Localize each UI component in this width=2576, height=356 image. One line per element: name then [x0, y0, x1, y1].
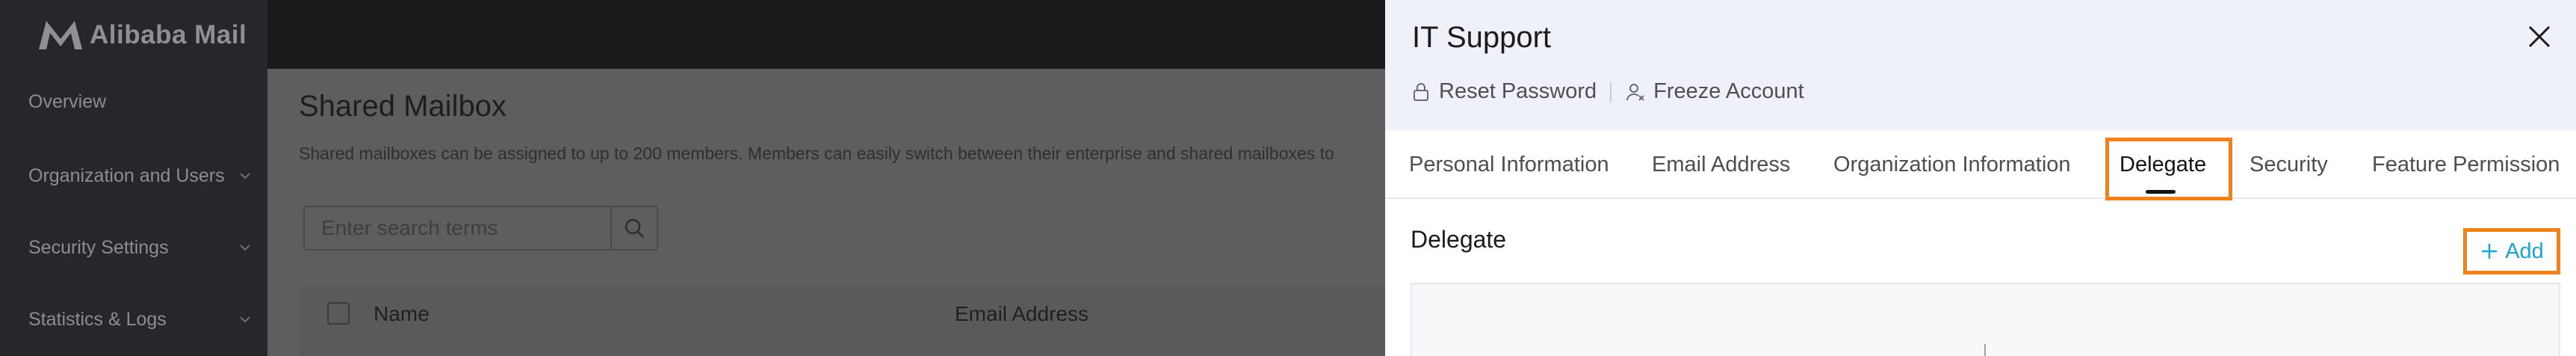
section-title: Delegate [1411, 226, 1507, 253]
user-freeze-icon [1626, 83, 1644, 101]
close-icon [2528, 25, 2551, 48]
main-content: Shared Mailbox Shared mailboxes can be a… [267, 69, 1385, 356]
lock-icon [1414, 82, 1428, 101]
reset-password-label: Reset Password [1439, 79, 1597, 103]
app-name: Alibaba Mail [90, 20, 247, 49]
table-header: Name Email Address [299, 286, 1385, 356]
reset-password-button[interactable]: Reset Password [1411, 79, 1597, 104]
tab-organization-information[interactable]: Organization Information [1833, 130, 2071, 199]
search-box [303, 206, 658, 251]
column-header-name[interactable]: Name [374, 302, 430, 326]
delegate-list-area [1411, 283, 2560, 356]
divider [1984, 344, 1986, 356]
drawer-actions: Reset Password Freeze Account [1411, 79, 1804, 104]
chevron-down-icon [240, 173, 250, 179]
sidebar-item-label: Overview [28, 90, 107, 112]
sidebar-item-organization-and-users[interactable]: Organization and Users [0, 153, 267, 198]
freeze-account-label: Freeze Account [1653, 79, 1804, 103]
active-tab-indicator [2146, 190, 2176, 194]
drawer-header: IT Support Reset Password Freeze Account [1385, 0, 2576, 130]
app-logo[interactable]: Alibaba Mail [36, 16, 247, 54]
drawer-tabs: Personal Information Email Address Organ… [1385, 130, 2576, 200]
page-description: Shared mailboxes can be assigned to up t… [299, 144, 1334, 163]
chevron-down-icon [240, 316, 250, 323]
sidebar-item-overview[interactable]: Overview [0, 79, 267, 124]
chevron-down-icon [240, 245, 250, 251]
search-input[interactable] [305, 207, 611, 249]
drawer-title: IT Support [1412, 21, 1552, 54]
page-title: Shared Mailbox [299, 90, 507, 123]
alibaba-mail-logo-icon [39, 21, 82, 49]
tab-feature-permission[interactable]: Feature Permission [2372, 130, 2560, 199]
tab-security[interactable]: Security [2250, 130, 2328, 199]
sidebar-item-label: Statistics & Logs [28, 308, 167, 330]
column-header-email[interactable]: Email Address [955, 302, 1089, 326]
close-button[interactable] [2524, 21, 2555, 52]
action-divider [1610, 81, 1612, 102]
tab-email-address[interactable]: Email Address [1652, 130, 1790, 199]
sidebar-item-label: Organization and Users [28, 165, 225, 186]
sidebar-item-statistics-logs[interactable]: Statistics & Logs [0, 297, 267, 342]
sidebar-item-security-settings[interactable]: Security Settings [0, 225, 267, 270]
select-all-checkbox[interactable] [327, 302, 350, 325]
plus-icon [2482, 244, 2498, 259]
add-label: Add [2505, 239, 2544, 263]
sidebar-item-label: Security Settings [28, 236, 169, 258]
freeze-account-button[interactable]: Freeze Account [1625, 79, 1804, 104]
search-button[interactable] [610, 207, 657, 249]
tab-personal-information[interactable]: Personal Information [1409, 130, 1609, 199]
add-delegate-button[interactable]: Add [2463, 228, 2560, 274]
search-icon [625, 218, 644, 238]
user-detail-drawer: IT Support Reset Password Freeze Account… [1385, 0, 2576, 356]
